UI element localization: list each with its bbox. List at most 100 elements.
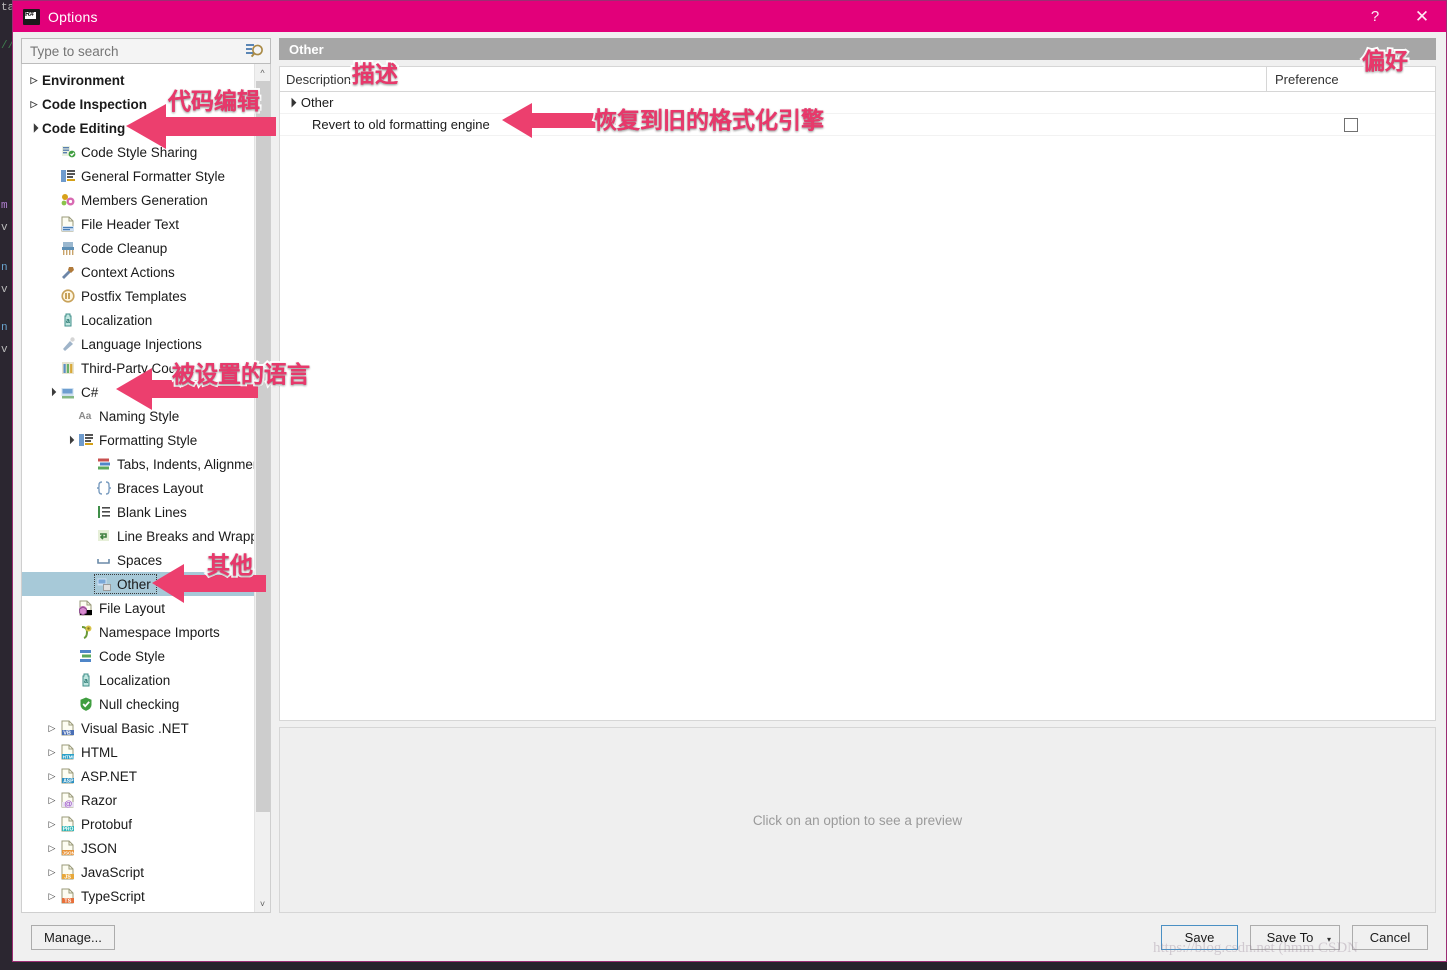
- tree-scrollbar[interactable]: ^ ˅: [254, 64, 270, 912]
- scroll-up-button[interactable]: ^: [255, 64, 271, 81]
- tree-spacer: ·: [80, 572, 96, 596]
- vb-icon: VB: [60, 720, 76, 736]
- chevron-down-icon[interactable]: ◢: [285, 96, 298, 109]
- tree-item-content: Namespace Imports: [78, 624, 224, 640]
- tree-item-tabs-indents-alignment[interactable]: · Tabs, Indents, Alignment: [22, 452, 254, 476]
- chevron-right-icon[interactable]: ▷: [44, 716, 60, 740]
- preview-placeholder: Click on an option to see a preview: [752, 812, 963, 828]
- chevron-down-icon[interactable]: ◢: [22, 114, 48, 142]
- settings-content-pane: Other Description Preference ◢ Other Rever…: [279, 38, 1438, 913]
- grid-group-row[interactable]: ◢ Other: [280, 92, 1435, 114]
- search-icon[interactable]: [246, 43, 264, 60]
- manage-button[interactable]: Manage...: [31, 924, 115, 950]
- tree-item-naming-style[interactable]: ·Aa Naming Style: [22, 404, 254, 428]
- tree-item-protobuf[interactable]: ▷ PRO Protobuf: [22, 812, 254, 836]
- scrollbar-thumb[interactable]: [256, 81, 270, 812]
- tree-item-razor[interactable]: ▷ @ Razor: [22, 788, 254, 812]
- tree-spacer: ·: [44, 164, 60, 188]
- tree-spacer: ·: [62, 644, 78, 668]
- column-header-description[interactable]: Description: [280, 67, 1267, 91]
- chevron-right-icon[interactable]: ▷: [44, 740, 60, 764]
- chevron-right-icon[interactable]: ▷: [44, 764, 60, 788]
- svg-text:Aa: Aa: [79, 411, 92, 422]
- tree-item-language-injections[interactable]: · Language Injections: [22, 332, 254, 356]
- chevron-right-icon[interactable]: ▷: [44, 788, 60, 812]
- tree-item-null-checking[interactable]: · Null checking: [22, 692, 254, 716]
- settings-tree[interactable]: ▷ Environment ▷ Code Inspection ◢ Code Editin…: [22, 64, 254, 912]
- tree-item-label: Naming Style: [99, 408, 180, 424]
- tree-item-visual-basic-net[interactable]: ▷ VB Visual Basic .NET: [22, 716, 254, 740]
- search-input[interactable]: [22, 42, 232, 60]
- svg-text:@: @: [64, 800, 72, 808]
- tree-item-content: Braces Layout: [96, 480, 207, 496]
- tree-item-localization[interactable]: · a Localization: [22, 668, 254, 692]
- tree-item-formatting-style[interactable]: ◢ Formatting Style: [22, 428, 254, 452]
- tree-item-label: Line Breaks and Wrapping: [117, 528, 254, 544]
- grid-option-row[interactable]: Revert to old formatting engine: [280, 114, 1435, 136]
- tree-spacer: ·: [44, 188, 60, 212]
- tree-item-braces-layout[interactable]: · Braces Layout: [22, 476, 254, 500]
- tree-item-code-style-sharing[interactable]: · Code Style Sharing: [22, 140, 254, 164]
- search-box[interactable]: [21, 38, 271, 64]
- tree-item-environment[interactable]: ▷ Environment: [22, 68, 254, 92]
- tree-item-label: Null checking: [99, 696, 180, 712]
- tree-item-content: General Formatter Style: [60, 168, 229, 184]
- help-button[interactable]: ?: [1352, 1, 1398, 32]
- html-icon: HTML: [60, 744, 76, 760]
- tree-item-label: JSON: [81, 840, 118, 856]
- tree-item-postfix-templates[interactable]: · Postfix Templates: [22, 284, 254, 308]
- tree-item-namespace-imports[interactable]: · Namespace Imports: [22, 620, 254, 644]
- save-to-button[interactable]: Save To ▾: [1250, 924, 1340, 950]
- tree-item-label: Members Generation: [81, 192, 208, 208]
- tree-item-label: Blank Lines: [117, 504, 187, 520]
- tree-item-code-editing[interactable]: ◢ Code Editing: [22, 116, 254, 140]
- tree-item-line-breaks-and-wrapping[interactable]: · Line Breaks and Wrapping: [22, 524, 254, 548]
- save-button[interactable]: Save: [1161, 924, 1238, 950]
- tree-item-asp-net[interactable]: ▷ ASP ASP.NET: [22, 764, 254, 788]
- chevron-right-icon[interactable]: ▷: [44, 884, 60, 908]
- tree-item-typescript[interactable]: ▷ TS TypeScript: [22, 884, 254, 908]
- tree-spacer: ·: [44, 332, 60, 356]
- tree-item-code-cleanup[interactable]: · Code Cleanup: [22, 236, 254, 260]
- tree-item-c[interactable]: ◢ C#: [22, 380, 254, 404]
- tree-item-localization[interactable]: · a Localization: [22, 308, 254, 332]
- tree-item-file-layout[interactable]: · File Layout: [22, 596, 254, 620]
- namespace-imports-icon: [81, 625, 92, 639]
- chevron-right-icon[interactable]: ▷: [26, 68, 42, 92]
- tree-item-code-style[interactable]: · Code Style: [22, 644, 254, 668]
- cancel-button[interactable]: Cancel: [1352, 924, 1428, 950]
- tree-item-other[interactable]: · Other: [22, 572, 254, 596]
- tree-item-file-header-text[interactable]: · File Header Text: [22, 212, 254, 236]
- tree-item-json[interactable]: ▷ JSON JSON: [22, 836, 254, 860]
- js-icon: JS: [61, 864, 74, 880]
- tree-item-spaces[interactable]: · Spaces: [22, 548, 254, 572]
- chevron-right-icon[interactable]: ▷: [26, 92, 42, 116]
- null-checking-icon: [78, 696, 94, 712]
- formatter-style-icon: [61, 170, 75, 182]
- spaces-icon: [97, 559, 110, 564]
- tree-item-content: Language Injections: [60, 336, 206, 352]
- close-button[interactable]: ✕: [1398, 1, 1446, 32]
- chevron-right-icon[interactable]: ▷: [44, 836, 60, 860]
- scroll-down-button[interactable]: ˅: [255, 895, 271, 912]
- tree-item-javascript[interactable]: ▷ JS JavaScript: [22, 860, 254, 884]
- tree-item-blank-lines[interactable]: · Blank Lines: [22, 500, 254, 524]
- other-icon: [96, 576, 112, 592]
- tree-item-third-party-code[interactable]: · Third-Party Code: [22, 356, 254, 380]
- tree-item-code-inspection[interactable]: ▷ Code Inspection: [22, 92, 254, 116]
- option-checkbox[interactable]: [1344, 117, 1358, 132]
- tree-item-label: Localization: [81, 312, 153, 328]
- tree-item-html[interactable]: ▷ HTML HTML: [22, 740, 254, 764]
- chevron-right-icon[interactable]: ▷: [44, 860, 60, 884]
- column-header-preference[interactable]: Preference: [1267, 67, 1435, 91]
- tree-item-content: Code Editing: [42, 121, 129, 136]
- braces-layout-icon: [96, 480, 112, 496]
- chevron-right-icon[interactable]: ▷: [44, 812, 60, 836]
- tree-item-general-formatter-style[interactable]: · General Formatter Style: [22, 164, 254, 188]
- tree-item-label: TypeScript: [81, 888, 145, 904]
- tree-item-members-generation[interactable]: · Members Generation: [22, 188, 254, 212]
- footer-actions: Save Save To ▾ Cancel: [1161, 924, 1428, 950]
- tree-item-context-actions[interactable]: · Context Actions: [22, 260, 254, 284]
- code-cleanup-icon: [60, 240, 76, 256]
- tree-item-label: Razor: [81, 792, 118, 808]
